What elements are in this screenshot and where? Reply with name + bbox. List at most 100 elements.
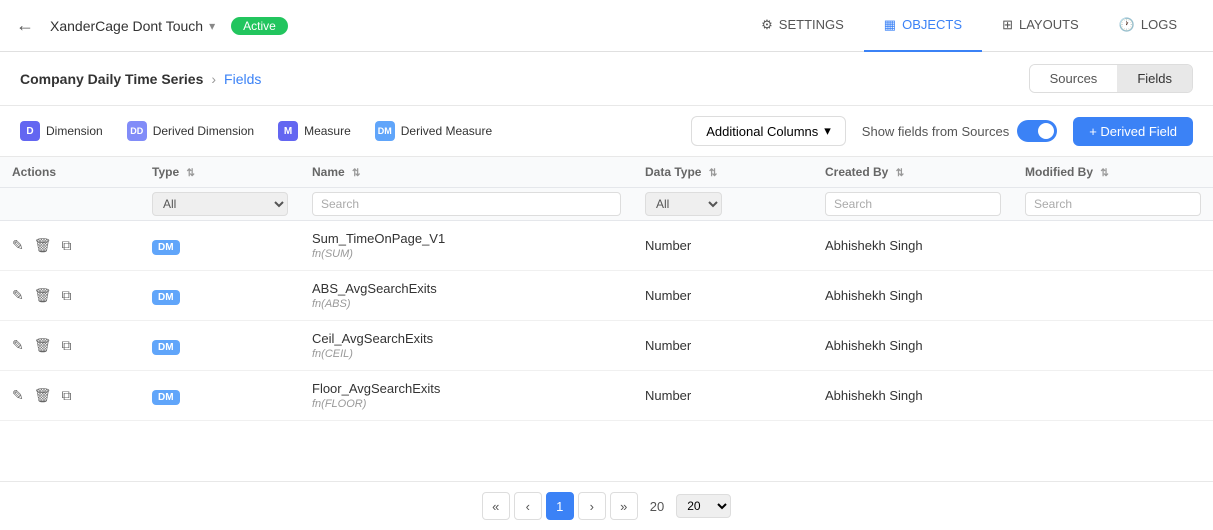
- delete-icon[interactable]: 🗑: [34, 237, 52, 254]
- row-actions-1: ✎ 🗑 ⧉: [0, 271, 140, 321]
- copy-icon[interactable]: ⧉: [62, 287, 72, 304]
- tab-fields[interactable]: Fields: [1117, 65, 1192, 92]
- pagination-bar: « ‹ 1 › » 20 10 20 50 100: [0, 481, 1213, 530]
- field-formula-0: fn(SUM): [312, 248, 621, 260]
- row-actions-3: ✎ 🗑 ⧉: [0, 371, 140, 421]
- type-badge-1: DM: [152, 290, 180, 305]
- project-selector[interactable]: XanderCage Dont Touch ▾: [50, 18, 215, 34]
- row-name-2: Ceil_AvgSearchExits fn(CEIL): [300, 321, 633, 371]
- name-filter-input[interactable]: [312, 192, 621, 216]
- copy-icon[interactable]: ⧉: [62, 337, 72, 354]
- breadcrumb-root: Company Daily Time Series: [20, 71, 203, 87]
- first-page-button[interactable]: «: [482, 492, 510, 520]
- modifiedby-filter-input[interactable]: [1025, 192, 1201, 216]
- field-formula-2: fn(CEIL): [312, 348, 621, 360]
- sort-icon-datatype: ⇅: [709, 168, 717, 179]
- measure-badge: M: [278, 121, 298, 141]
- row-type-3: DM: [140, 371, 300, 421]
- row-type-2: DM: [140, 321, 300, 371]
- table-row: ✎ 🗑 ⧉ DM Ceil_AvgSearchExits fn(CEIL) Nu…: [0, 321, 1213, 371]
- type-badge-2: DM: [152, 340, 180, 355]
- breadcrumb-current[interactable]: Fields: [224, 71, 261, 87]
- chevron-down-icon: ▾: [209, 19, 215, 33]
- filter-type-cell: All Dimension Measure Derived Dimension …: [140, 188, 300, 221]
- sort-icon-type: ⇅: [186, 168, 194, 179]
- row-datatype-3: Number: [633, 371, 813, 421]
- createdby-filter-input[interactable]: [825, 192, 1001, 216]
- layouts-icon: ⊞: [1002, 17, 1013, 33]
- col-header-datatype[interactable]: Data Type ⇅: [633, 157, 813, 188]
- row-modifiedby-2: [1013, 321, 1213, 371]
- filter-datatype-cell: All Number Text Date: [633, 188, 813, 221]
- row-modifiedby-0: [1013, 221, 1213, 271]
- page-size-select[interactable]: 10 20 50 100: [676, 494, 731, 518]
- edit-icon[interactable]: ✎: [12, 287, 24, 304]
- edit-icon[interactable]: ✎: [12, 337, 24, 354]
- fields-table-container: Actions Type ⇅ Name ⇅ Data Type ⇅: [0, 157, 1213, 481]
- row-datatype-0: Number: [633, 221, 813, 271]
- row-datatype-1: Number: [633, 271, 813, 321]
- field-formula-3: fn(FLOOR): [312, 398, 621, 410]
- nav-item-objects[interactable]: ▦ OBJECTS: [864, 0, 982, 52]
- edit-icon[interactable]: ✎: [12, 237, 24, 254]
- fields-table: Actions Type ⇅ Name ⇅ Data Type ⇅: [0, 157, 1213, 421]
- table-row: ✎ 🗑 ⧉ DM Floor_AvgSearchExits fn(FLOOR) …: [0, 371, 1213, 421]
- derived-dimension-badge: DD: [127, 121, 147, 141]
- copy-icon[interactable]: ⧉: [62, 387, 72, 404]
- page-1-button[interactable]: 1: [546, 492, 574, 520]
- row-name-1: ABS_AvgSearchExits fn(ABS): [300, 271, 633, 321]
- show-sources-toggle-group: Show fields from Sources: [862, 120, 1057, 142]
- dimension-badge: D: [20, 121, 40, 141]
- row-actions-0: ✎ 🗑 ⧉: [0, 221, 140, 271]
- show-sources-toggle[interactable]: [1017, 120, 1057, 142]
- filter-name-cell: [300, 188, 633, 221]
- nav-item-logs[interactable]: 🕐 LOGS: [1099, 0, 1197, 52]
- col-header-modifiedby[interactable]: Modified By ⇅: [1013, 157, 1213, 188]
- dimension-label: Dimension: [46, 124, 103, 138]
- field-name-2: Ceil_AvgSearchExits: [312, 331, 621, 346]
- table-row: ✎ 🗑 ⧉ DM Sum_TimeOnPage_V1 fn(SUM) Numbe…: [0, 221, 1213, 271]
- legend-items: D Dimension DD Derived Dimension M Measu…: [20, 121, 492, 141]
- delete-icon[interactable]: 🗑: [34, 387, 52, 404]
- last-page-button[interactable]: »: [610, 492, 638, 520]
- legend-row: D Dimension DD Derived Dimension M Measu…: [0, 106, 1213, 157]
- datatype-filter-select[interactable]: All Number Text Date: [645, 192, 722, 216]
- chevron-down-icon: ▾: [824, 123, 831, 139]
- type-badge-3: DM: [152, 390, 180, 405]
- type-badge-0: DM: [152, 240, 180, 255]
- field-name-0: Sum_TimeOnPage_V1: [312, 231, 621, 246]
- delete-icon[interactable]: 🗑: [34, 287, 52, 304]
- type-filter-select[interactable]: All Dimension Measure Derived Dimension …: [152, 192, 288, 216]
- col-header-type[interactable]: Type ⇅: [140, 157, 300, 188]
- filter-createdby-cell: [813, 188, 1013, 221]
- back-button[interactable]: ←: [16, 15, 34, 36]
- row-createdby-3: Abhishekh Singh: [813, 371, 1013, 421]
- nav-item-layouts[interactable]: ⊞ LAYOUTS: [982, 0, 1099, 52]
- derived-measure-badge: DM: [375, 121, 395, 141]
- legend-derived-measure: DM Derived Measure: [375, 121, 492, 141]
- edit-icon[interactable]: ✎: [12, 387, 24, 404]
- nav-item-settings[interactable]: ⚙ SETTINGS: [741, 0, 864, 52]
- row-createdby-2: Abhishekh Singh: [813, 321, 1013, 371]
- col-header-name[interactable]: Name ⇅: [300, 157, 633, 188]
- prev-page-button[interactable]: ‹: [514, 492, 542, 520]
- additional-columns-button[interactable]: Additional Columns ▾: [691, 116, 846, 146]
- derived-field-button[interactable]: + Derived Field: [1073, 117, 1193, 146]
- row-modifiedby-3: [1013, 371, 1213, 421]
- settings-icon: ⚙: [761, 17, 773, 33]
- next-page-button[interactable]: ›: [578, 492, 606, 520]
- objects-icon: ▦: [884, 17, 896, 33]
- row-createdby-0: Abhishekh Singh: [813, 221, 1013, 271]
- col-header-createdby[interactable]: Created By ⇅: [813, 157, 1013, 188]
- delete-icon[interactable]: 🗑: [34, 337, 52, 354]
- col-header-actions: Actions: [0, 157, 140, 188]
- active-status-badge: Active: [231, 17, 288, 35]
- sort-icon-modifiedby: ⇅: [1100, 168, 1108, 179]
- sources-fields-tabs: Sources Fields: [1029, 64, 1193, 93]
- field-name-3: Floor_AvgSearchExits: [312, 381, 621, 396]
- sort-icon-createdby: ⇅: [896, 168, 904, 179]
- copy-icon[interactable]: ⧉: [62, 237, 72, 254]
- row-actions-2: ✎ 🗑 ⧉: [0, 321, 140, 371]
- tab-sources[interactable]: Sources: [1030, 65, 1118, 92]
- derived-measure-label: Derived Measure: [401, 124, 492, 138]
